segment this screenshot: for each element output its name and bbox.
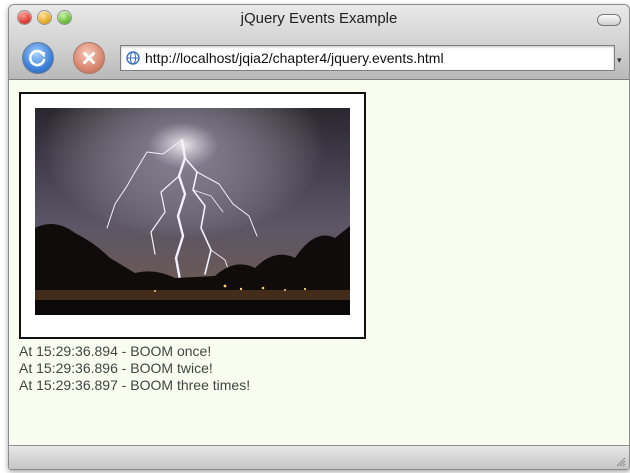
reload-icon [29,49,46,67]
address-bar[interactable]: http://localhost/jqia2/chapter4/jquery.e… [120,45,615,71]
image-frame [19,92,366,339]
reload-button[interactable] [22,42,54,74]
title-bar: jQuery Events Example http://localhost/j… [9,5,629,80]
stop-button[interactable] [73,42,105,74]
globe-icon [126,51,140,65]
toolbar-toggle-button[interactable] [597,14,621,26]
log-line: At 15:29:36.894 - BOOM once! [19,343,212,359]
window-title: jQuery Events Example [240,10,398,27]
browser-window: jQuery Events Example http://localhost/j… [8,4,630,470]
event-log: At 15:29:36.894 - BOOM once! At 15:29:36… [19,343,250,394]
stop-icon [83,52,95,64]
page-content: At 15:29:36.894 - BOOM once! At 15:29:36… [9,80,629,445]
lightning-photo [35,108,350,315]
log-line: At 15:29:36.897 - BOOM three times! [19,377,251,393]
resize-grip-icon[interactable] [614,455,626,467]
url-text[interactable]: http://localhost/jqia2/chapter4/jquery.e… [145,50,444,66]
log-line: At 15:29:36.896 - BOOM twice! [19,360,213,376]
status-bar [9,445,629,469]
url-dropdown-icon[interactable]: ▾ [617,55,622,66]
